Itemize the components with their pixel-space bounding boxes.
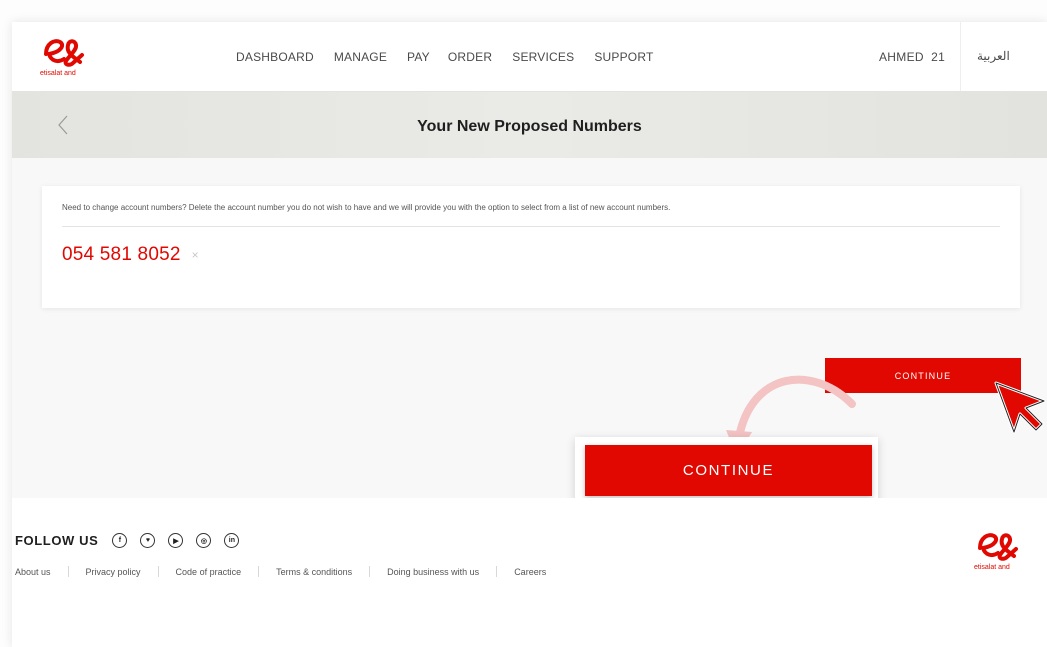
page-title: Your New Proposed Numbers [417, 118, 642, 135]
pointer-cursor-icon [994, 381, 1046, 434]
follow-us-row: FOLLOW US f ♥ ▶ ◎ in [15, 533, 252, 548]
nav-order[interactable]: ORDER [448, 50, 492, 64]
footer-link-divider [258, 566, 260, 577]
user-account-menu[interactable]: AHMED 21 [879, 50, 945, 64]
card-instructions: Need to change account numbers? Delete t… [62, 203, 671, 212]
proposed-number: 054 581 8052 [62, 244, 181, 265]
footer-link-privacy[interactable]: Privacy policy [86, 567, 141, 577]
follow-us-label: FOLLOW US [15, 533, 99, 548]
twitter-icon[interactable]: ♥ [140, 533, 156, 548]
language-switch[interactable]: العربية [977, 49, 1010, 63]
page-title-bar: Your New Proposed Numbers [12, 92, 1047, 158]
proposed-numbers-card: Need to change account numbers? Delete t… [42, 186, 1020, 308]
footer-logo-text: etisalat and [974, 564, 1010, 571]
nav-support[interactable]: SUPPORT [594, 50, 653, 64]
nav-manage[interactable]: MANAGE [334, 50, 387, 64]
proposed-number-item: 054 581 8052 × [62, 244, 199, 266]
footer-link-about[interactable]: About us [15, 567, 51, 577]
eand-logo-icon [44, 39, 84, 67]
facebook-icon[interactable]: f [112, 533, 128, 548]
main-nav: DASHBOARD MANAGE PAY ORDER SERVICES SUPP… [236, 50, 674, 64]
footer-link-divider [67, 566, 69, 577]
footer-link-code-of-practice[interactable]: Code of practice [176, 567, 242, 577]
nav-pay[interactable]: PAY [407, 50, 430, 64]
nav-dashboard[interactable]: DASHBOARD [236, 50, 314, 64]
footer-link-careers[interactable]: Careers [514, 567, 546, 577]
remove-number-icon[interactable]: × [192, 248, 199, 262]
nav-services[interactable]: SERVICES [512, 50, 574, 64]
footer-logo[interactable]: etisalat and [974, 528, 1024, 574]
youtube-icon[interactable]: ▶ [168, 533, 184, 548]
footer-links: About us Privacy policy Code of practice… [15, 566, 546, 577]
top-header: etisalat and DASHBOARD MANAGE PAY ORDER … [12, 22, 1047, 92]
browser-frame: etisalat and DASHBOARD MANAGE PAY ORDER … [12, 22, 1047, 647]
etisalat-logo[interactable]: etisalat and [40, 34, 88, 80]
continue-button-callout: CONTINUE [575, 437, 878, 505]
card-divider [62, 226, 1000, 227]
footer-link-divider [496, 566, 498, 577]
footer-link-doing-business[interactable]: Doing business with us [387, 567, 479, 577]
continue-button-zoomed[interactable]: CONTINUE [585, 445, 872, 496]
language-divider [960, 22, 961, 92]
linkedin-icon[interactable]: in [224, 533, 240, 548]
footer-link-divider [369, 566, 371, 577]
eand-footer-logo-icon [978, 533, 1018, 561]
footer-link-terms[interactable]: Terms & conditions [276, 567, 352, 577]
instagram-icon[interactable]: ◎ [196, 533, 212, 548]
footer-link-divider [157, 566, 159, 577]
logo-text: etisalat and [40, 70, 76, 77]
site-footer: FOLLOW US f ♥ ▶ ◎ in About us Privacy po… [12, 498, 1047, 647]
